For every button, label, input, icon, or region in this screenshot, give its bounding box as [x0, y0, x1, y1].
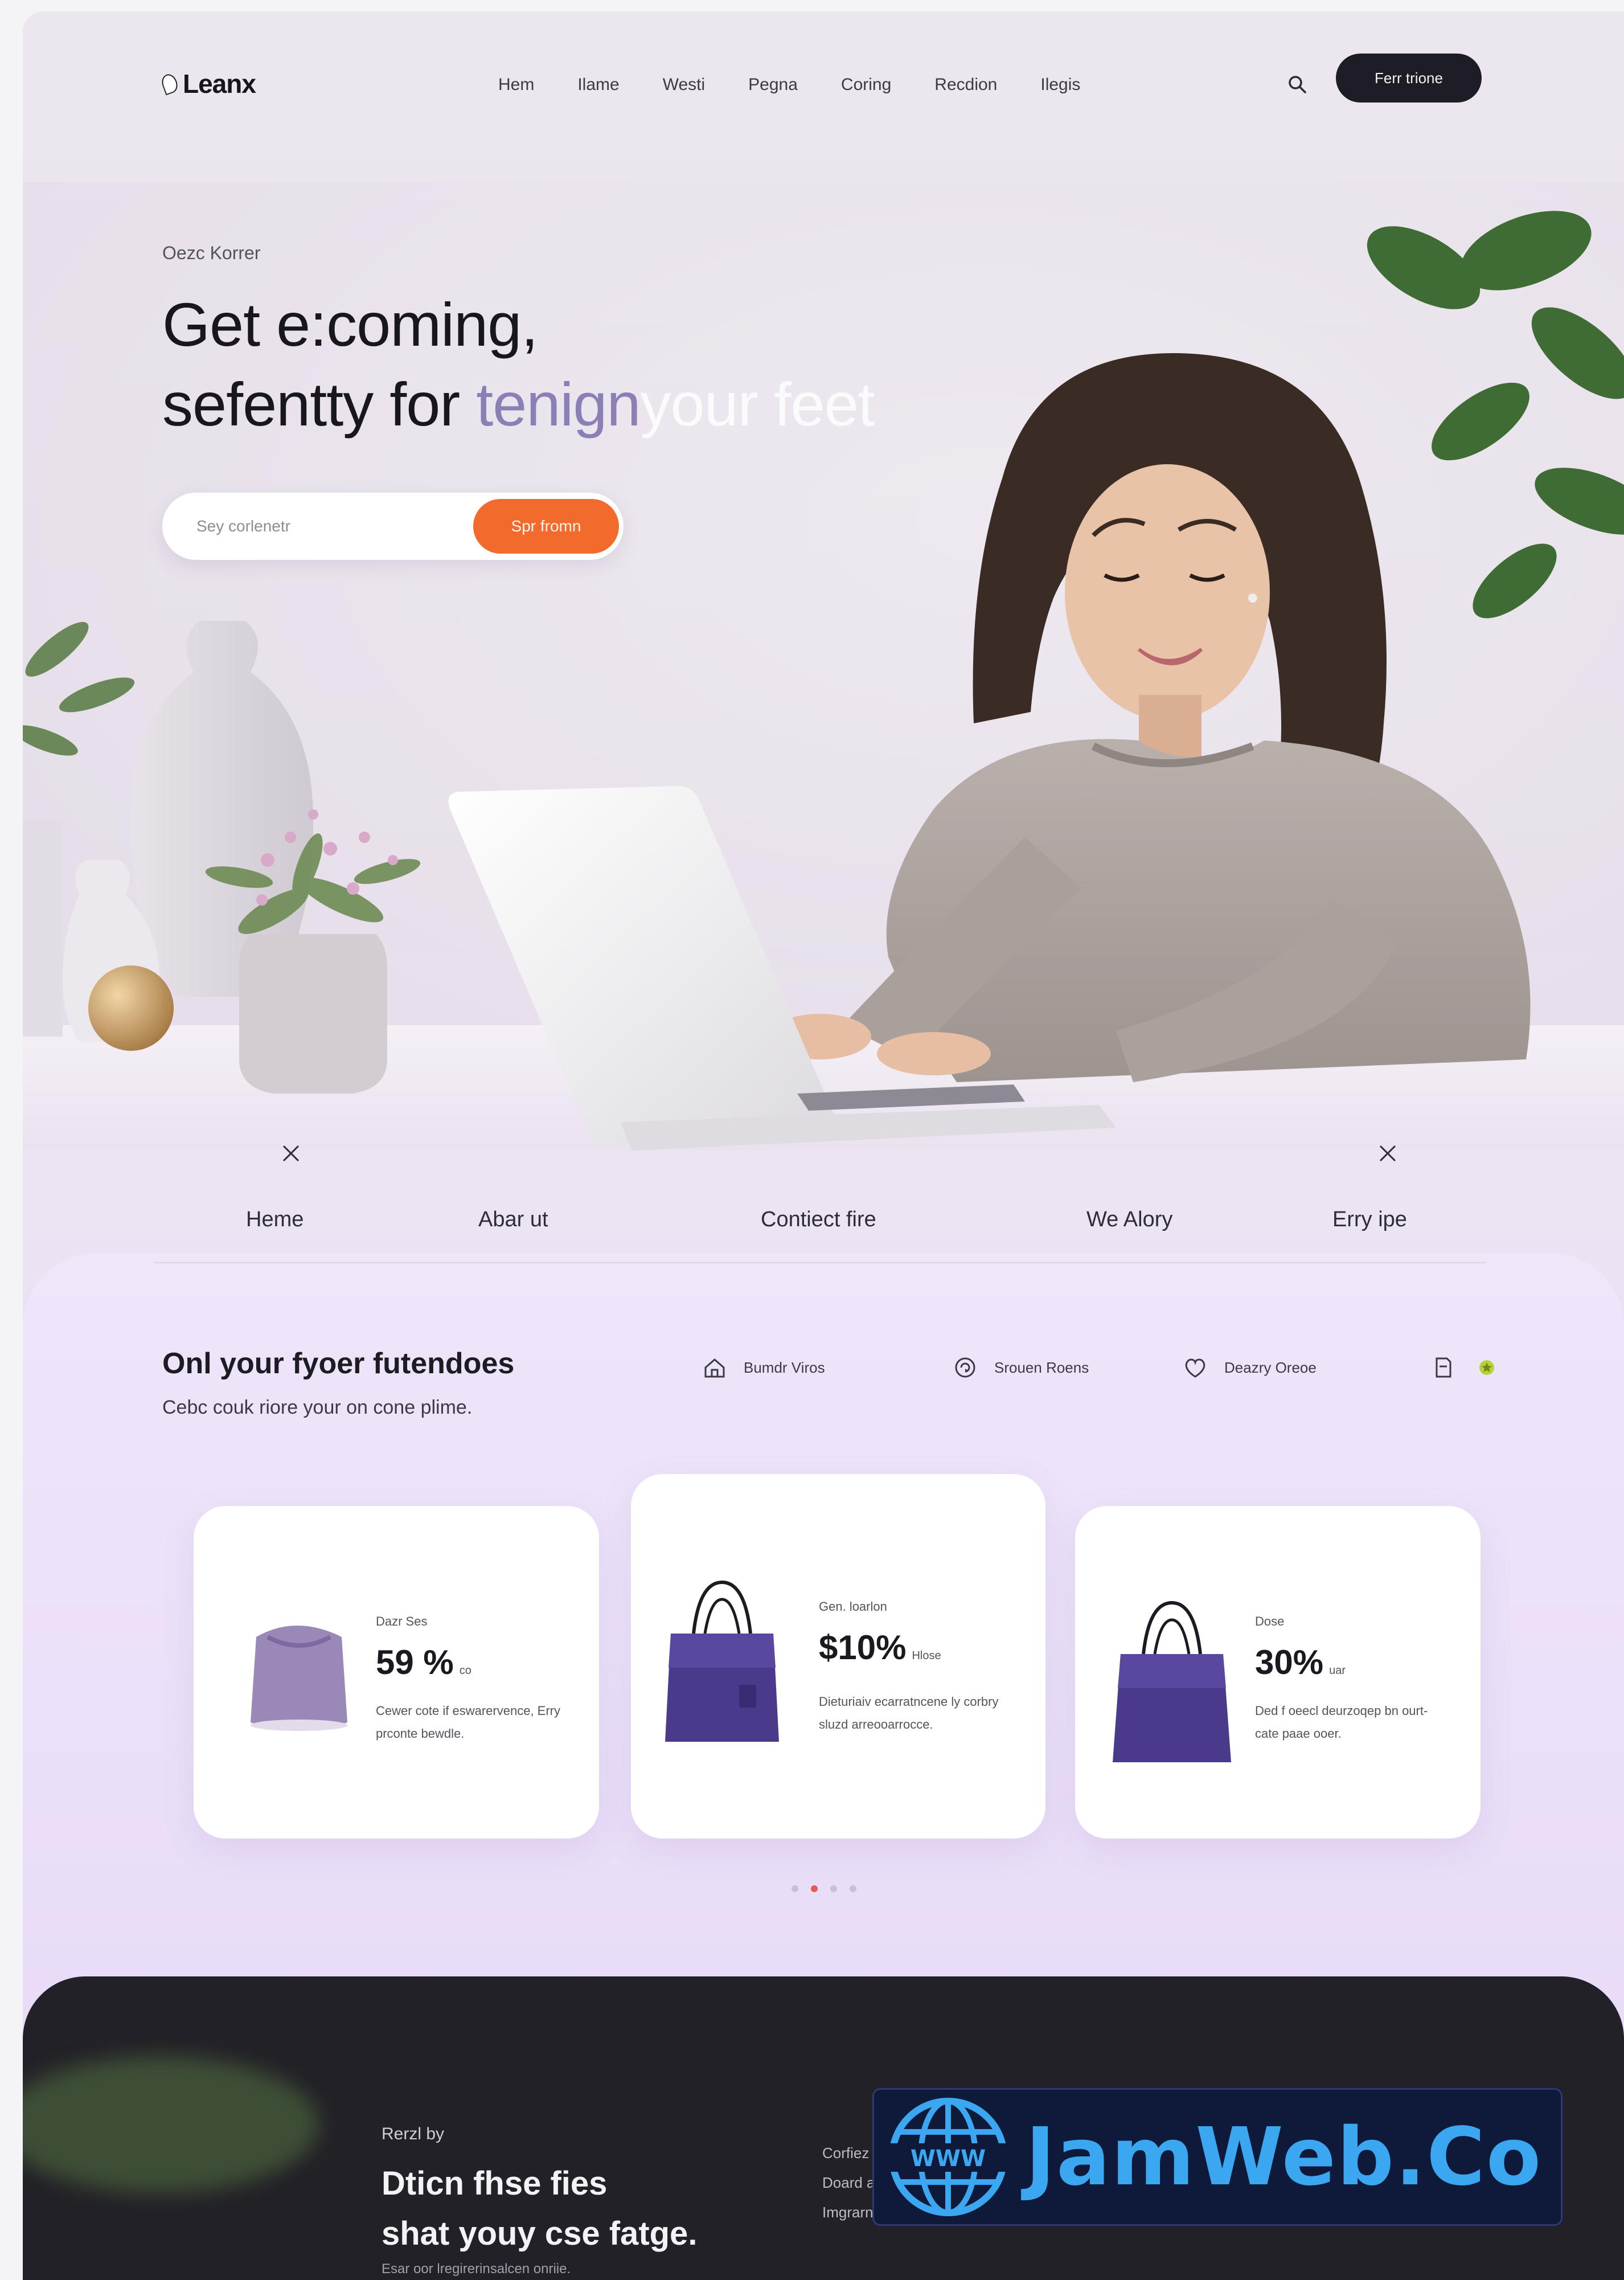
- card-value-number: $10%: [819, 1628, 907, 1667]
- pagination-dot[interactable]: [830, 1885, 837, 1892]
- pagination-dot[interactable]: [850, 1885, 856, 1892]
- footer-link[interactable]: Corfiez l: [822, 2138, 880, 2168]
- feature-label: Bumdr Viros: [744, 1358, 825, 1376]
- card-description: Cewer cote if eswarervence, Erry prconte…: [376, 1704, 560, 1741]
- hero-title-fade: your feet: [640, 370, 875, 439]
- home-icon: [700, 1353, 729, 1382]
- footer-title: Dticn fhse fies shat youy cse fatge.: [382, 2159, 837, 2259]
- card-value-unit: co: [459, 1664, 471, 1677]
- card-eyebrow: Dose: [1255, 1614, 1285, 1628]
- hero-title-line2: sefentty for: [162, 370, 477, 439]
- nav-link-1[interactable]: Hem: [498, 75, 534, 95]
- card-eyebrow: Dazr Ses: [376, 1614, 428, 1628]
- nav-link-7[interactable]: Ilegis: [1040, 75, 1080, 95]
- card-description: Dieturiaiv ecarratncene ly corbry sluzd …: [819, 1694, 999, 1732]
- quick-link-story[interactable]: We Alory: [1086, 1207, 1172, 1232]
- footer-link[interactable]: Imgrarn: [822, 2197, 880, 2227]
- hero-submit-button[interactable]: Spr fromn: [473, 499, 619, 554]
- search-icon[interactable]: [1281, 68, 1313, 100]
- carousel-pagination: [792, 1885, 856, 1892]
- nav-link-5[interactable]: Coring: [841, 75, 891, 95]
- product-card-1[interactable]: Dazr Ses 59 % co Cewer cote if eswarerven…: [194, 1506, 599, 1839]
- feature-item-2[interactable]: Srouen Roens: [951, 1353, 1089, 1382]
- blur-leaf-decoration: [23, 2056, 319, 2193]
- footer-title-line1: Dticn fhse fies: [382, 2165, 608, 2202]
- brand-name: Leanx: [183, 69, 256, 99]
- footer-link[interactable]: Doard ar: [822, 2168, 880, 2197]
- feature-item-3[interactable]: Deazry Oreoe: [1181, 1353, 1317, 1382]
- nav-link-6[interactable]: Recdion: [934, 75, 997, 95]
- close-icon: [1379, 1145, 1396, 1162]
- card-value-unit: Hlose: [912, 1649, 941, 1662]
- nav-links: Hem Ilame Westi Pegna Coring Recdion Ile…: [498, 75, 1123, 95]
- card-value: 30% uar: [1255, 1643, 1346, 1682]
- section-divider: [154, 1262, 1486, 1263]
- hero-email-input[interactable]: [196, 517, 473, 535]
- pagination-dot-active[interactable]: [811, 1885, 818, 1892]
- hero-signup-form: Spr fromn: [162, 493, 624, 560]
- nav-cta-button[interactable]: Ferr trione: [1336, 54, 1482, 103]
- nav-link-3[interactable]: Westi: [663, 75, 705, 95]
- quick-links: Heme Abar ut Contiect fire We Alory Erry…: [23, 1139, 1624, 1264]
- landing-page: Leanx Hem Ilame Westi Pegna Coring Recdi…: [23, 11, 1624, 2280]
- hero-title-line1: Get e:coming,: [162, 290, 538, 359]
- close-icon: [282, 1145, 300, 1162]
- globe-label: WWW: [911, 2146, 986, 2172]
- product-card-2[interactable]: Gen. loarlon $10% Hlose Dieturiaiv ecarra…: [631, 1474, 1045, 1839]
- feature-item-1[interactable]: Bumdr Viros: [700, 1353, 825, 1382]
- pagination-dot[interactable]: [792, 1885, 798, 1892]
- card-value-number: 30%: [1255, 1643, 1324, 1681]
- tote-bag-image: [665, 1580, 779, 1742]
- footer-subtitle: Esar oor lregirerinsalcen onriie.: [382, 2261, 571, 2277]
- globe-icon: WWW: [887, 2098, 1010, 2216]
- refresh-icon: [951, 1353, 979, 1382]
- feature-extra[interactable]: [1429, 1353, 1501, 1382]
- card-eyebrow: Gen. loarlon: [819, 1599, 887, 1614]
- heart-icon: [1181, 1353, 1209, 1382]
- footer-links: Corfiez l Doard ar Imgrarn: [822, 2138, 880, 2227]
- feature-label: Deazry Oreoe: [1224, 1358, 1317, 1376]
- card-value-unit: uar: [1329, 1664, 1346, 1677]
- watermark-badge: WWW JamWeb.Co: [872, 2088, 1563, 2226]
- pouch-bag-image: [251, 1626, 347, 1731]
- quick-link-about[interactable]: Abar ut: [478, 1207, 548, 1232]
- star-badge-icon: [1473, 1353, 1501, 1382]
- products-subtitle: Cebc couk riore your on cone plime.: [162, 1397, 473, 1418]
- feature-label: Srouen Roens: [994, 1358, 1089, 1376]
- brand-logo[interactable]: Leanx: [159, 68, 256, 99]
- product-card-3[interactable]: Dose 30% uar Ded f oeecl deurzoqep bn our…: [1075, 1506, 1481, 1839]
- watermark-text: JamWeb.Co: [1026, 2110, 1543, 2204]
- card-value: $10% Hlose: [819, 1628, 941, 1667]
- footer-title-line2: shat youy cse fatge.: [382, 2215, 698, 2252]
- document-icon: [1429, 1353, 1458, 1382]
- card-value-number: 59 %: [376, 1643, 454, 1681]
- footer-eyebrow: Rerzl by: [382, 2125, 445, 2143]
- hero-title-accent: tenign: [476, 370, 641, 439]
- card-value: 59 % co: [376, 1643, 471, 1682]
- nav-link-2[interactable]: Ilame: [577, 75, 619, 95]
- hero-eyebrow: Oezc Korrer: [162, 243, 261, 263]
- leaf-icon: [159, 72, 181, 96]
- card-description: Ded f oeecl deurzoqep bn ourt-cate paae …: [1255, 1704, 1428, 1741]
- nav-link-4[interactable]: Pegna: [748, 75, 798, 95]
- quick-link-type[interactable]: Erry ipe: [1332, 1207, 1407, 1232]
- top-navigation: Leanx Hem Ilame Westi Pegna Coring Recdi…: [23, 11, 1624, 142]
- quick-link-home[interactable]: Heme: [246, 1207, 304, 1232]
- hero-title: Get e:coming, sefentty for tenignyour fe…: [162, 285, 1016, 444]
- quick-link-contact[interactable]: Contiect fire: [761, 1207, 876, 1232]
- tote-bag-image: [1113, 1600, 1231, 1762]
- products-title: Onl your fyoer futendoes: [162, 1347, 515, 1380]
